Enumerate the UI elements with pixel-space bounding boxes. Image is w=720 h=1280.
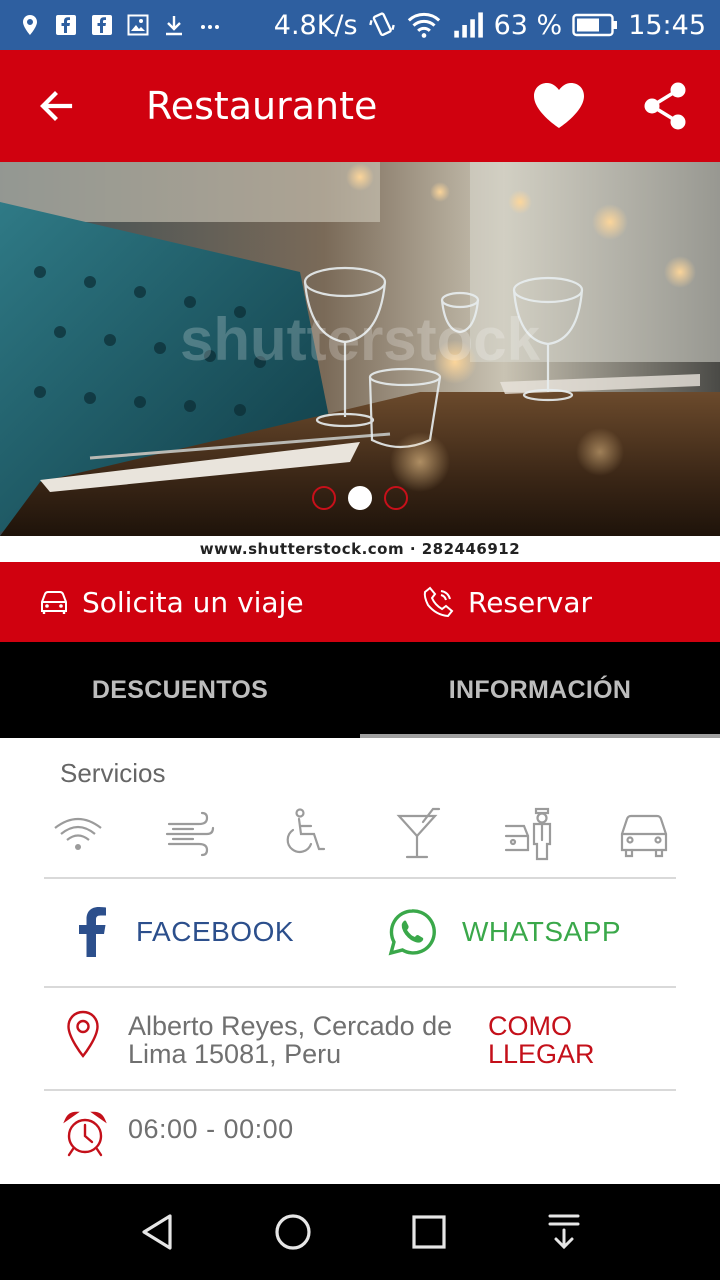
nav-notifications-icon[interactable] <box>542 1210 586 1254</box>
battery-icon <box>572 13 618 37</box>
reserve-label: Reservar <box>468 585 592 619</box>
hours-row: 06:00 - 00:00 <box>60 1098 680 1168</box>
more-icon <box>201 25 219 29</box>
facebook-label: FACEBOOK <box>136 916 295 947</box>
carousel-dot[interactable] <box>384 486 408 510</box>
valet-parking-icon <box>504 807 552 861</box>
nav-back-icon[interactable] <box>136 1210 180 1254</box>
request-ride-label: Solicita un viaje <box>82 585 304 619</box>
tab-bar: DESCUENTOS INFORMACIÓN <box>0 642 720 738</box>
wifi-icon <box>407 12 440 38</box>
whatsapp-link[interactable]: WHATSAPP <box>388 878 621 986</box>
services-list <box>48 806 676 866</box>
carousel-indicator <box>0 486 720 510</box>
air-conditioning-icon <box>165 811 215 857</box>
clock: 15:45 <box>628 9 706 41</box>
cocktail-icon <box>396 807 441 859</box>
whatsapp-label: WHATSAPP <box>462 916 622 947</box>
services-heading: Servicios <box>60 758 166 788</box>
address-text: Alberto Reyes, Cercado de Lima 15081, Pe… <box>128 1011 453 1069</box>
favorite-heart-icon[interactable] <box>530 80 588 132</box>
opening-hours: 06:00 - 00:00 <box>128 1114 294 1144</box>
tab-informacion[interactable]: INFORMACIÓN <box>360 642 720 738</box>
system-nav-bar <box>0 1184 720 1280</box>
photo-credit: www.shutterstock.com · 282446912 <box>0 536 720 562</box>
nav-home-icon[interactable] <box>271 1210 315 1254</box>
watermark-text: shutterstock <box>180 306 541 373</box>
signal-icon <box>453 12 483 38</box>
image-notif-icon <box>127 14 149 36</box>
wifi-icon <box>54 817 102 850</box>
restaurant-photo-carousel[interactable]: shutterstock www.shutterstock.com · 2824… <box>0 162 720 562</box>
wheelchair-icon <box>286 808 326 854</box>
facebook-link[interactable]: FACEBOOK <box>74 878 294 986</box>
facebook-notif-icon <box>56 15 76 35</box>
tab-label: DESCUENTOS <box>91 675 269 704</box>
directions-link[interactable]: COMO LLEGAR <box>488 1012 648 1068</box>
divider <box>44 1089 676 1091</box>
facebook-icon <box>79 907 106 957</box>
share-icon[interactable] <box>640 80 690 132</box>
address-row: Alberto Reyes, Cercado de Lima 15081, Pe… <box>60 988 680 1088</box>
carousel-dot[interactable] <box>312 486 336 510</box>
alarm-clock-icon <box>63 1111 107 1157</box>
back-arrow-icon[interactable] <box>30 80 82 132</box>
nav-recents-icon[interactable] <box>407 1210 451 1254</box>
download-icon <box>166 16 182 36</box>
page-title: Restaurante <box>146 84 378 128</box>
phone-icon <box>423 586 454 618</box>
tab-descuentos[interactable]: DESCUENTOS <box>0 642 360 738</box>
tab-label: INFORMACIÓN <box>448 675 632 704</box>
network-speed: 4.8K/s <box>273 9 358 41</box>
car-icon <box>41 591 67 614</box>
app-bar: Restaurante <box>0 50 720 162</box>
restaurant-photo: shutterstock <box>0 162 720 536</box>
action-bar: Solicita un viaje Reservar <box>0 562 720 642</box>
request-ride-button[interactable]: Solicita un viaje <box>38 562 304 642</box>
facebook-notif-icon <box>92 15 112 35</box>
reserve-button[interactable]: Reservar <box>422 562 592 642</box>
status-bar: 4.8K/s 63 % 15:45 <box>0 0 720 50</box>
location-icon <box>23 15 37 35</box>
battery-percent: 63 % <box>493 9 563 41</box>
whatsapp-icon <box>388 909 436 956</box>
vibrate-icon <box>368 12 395 37</box>
car-icon <box>620 814 668 858</box>
location-pin-icon <box>67 1010 99 1058</box>
info-panel: Servicios FACEBOOK WHATSAPP Alberto Reye… <box>0 738 720 1184</box>
carousel-dot-active[interactable] <box>348 486 372 510</box>
